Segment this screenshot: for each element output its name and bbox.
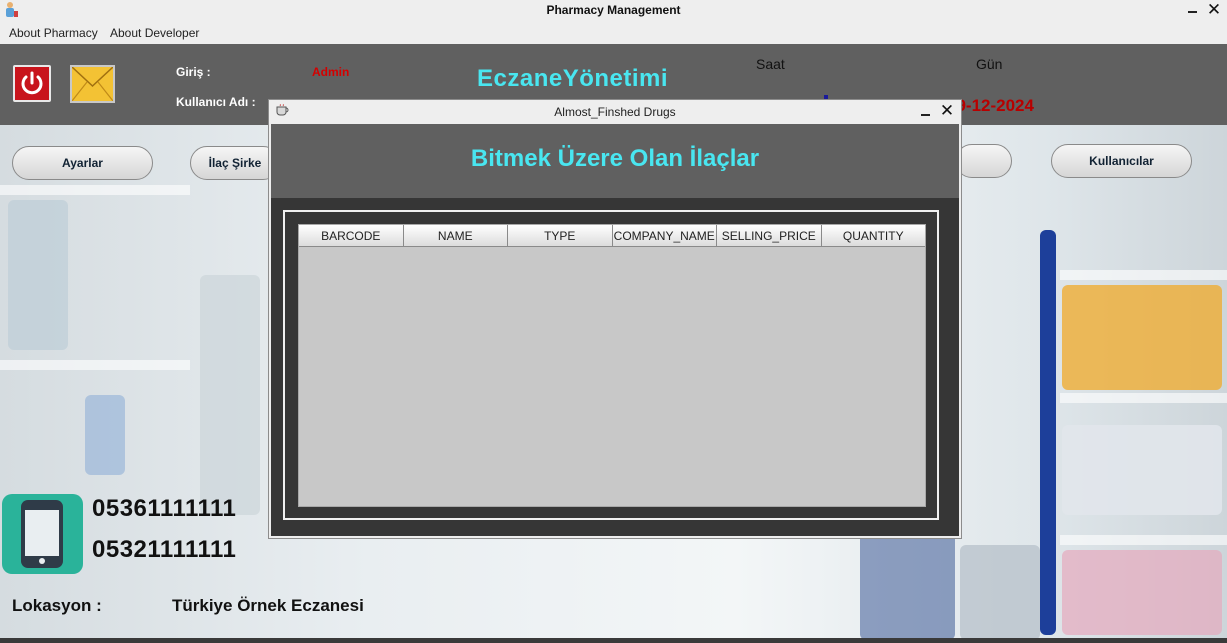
mail-button[interactable] [70,65,115,103]
window-titlebar: Pharmacy Management ✕ [0,0,1227,20]
almost-finished-drugs-dialog: Almost_Finshed Drugs ✕ Bitmek Üzere Olan… [268,99,962,539]
table-header: BARCODE NAME TYPE COMPANY_NAME SELLING_P… [299,225,925,247]
brand-title: EczaneYönetimi [477,65,669,92]
dialog-titlebar: Almost_Finshed Drugs ✕ [269,100,961,122]
drugs-table[interactable]: BARCODE NAME TYPE COMPANY_NAME SELLING_P… [298,224,926,507]
phone-number-1: 05361111111 [92,495,237,522]
power-button[interactable] [13,65,51,102]
hidden-button[interactable] [955,144,1012,178]
menu-about-developer[interactable]: About Developer [110,26,199,40]
power-icon [21,71,43,95]
close-button[interactable]: ✕ [1205,0,1223,20]
username-label: Kullanıcı Adı : [176,95,256,109]
dialog-header: Bitmek Üzere Olan İlaçlar [271,124,959,198]
column-header-company-name[interactable]: COMPANY_NAME [612,225,717,247]
dialog-close-button[interactable]: ✕ [938,101,956,121]
mail-icon [71,66,114,102]
dialog-minimize-button[interactable] [919,100,933,122]
location-value: Türkiye Örnek Eczanesi [172,596,364,615]
taskbar-edge [0,638,1227,643]
users-button[interactable]: Kullanıcılar [1051,144,1192,178]
day-label: Gün [976,56,1003,72]
location-label: Lokasyon : [12,596,102,615]
dialog-heading: Bitmek Üzere Olan İlaçlar [470,145,760,172]
column-header-selling-price[interactable]: SELLING_PRICE [717,225,822,247]
login-value: Admin [312,65,350,79]
settings-button[interactable]: Ayarlar [12,146,153,180]
column-header-name[interactable]: NAME [403,225,508,247]
table-frame: BARCODE NAME TYPE COMPANY_NAME SELLING_P… [283,210,939,520]
menu-bar: About Pharmacy About Developer [0,22,1227,44]
companies-button[interactable]: İlaç Şirke [190,146,280,180]
menu-about-pharmacy[interactable]: About Pharmacy [9,26,98,40]
column-header-type[interactable]: TYPE [508,225,613,247]
dialog-title: Almost_Finshed Drugs [554,105,676,119]
dialog-body: BARCODE NAME TYPE COMPANY_NAME SELLING_P… [271,198,959,536]
time-label: Saat [756,56,785,72]
column-header-barcode[interactable]: BARCODE [299,225,404,247]
login-label: Giriş : [176,65,211,79]
phone-number-2: 05321111111 [92,536,237,563]
smartphone-icon [2,494,83,574]
minimize-button[interactable] [1186,0,1200,20]
window-title: Pharmacy Management [546,3,681,17]
column-header-quantity[interactable]: QUANTITY [821,225,925,247]
